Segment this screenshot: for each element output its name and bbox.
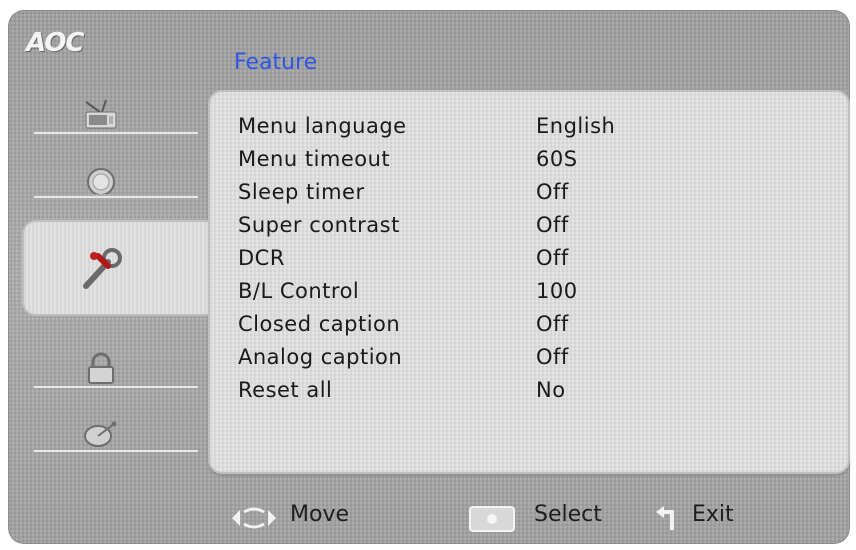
page-title: Feature	[234, 50, 318, 75]
picture-icon	[80, 162, 122, 194]
row-value: English	[536, 114, 616, 138]
sidebar-item-picture[interactable]	[34, 162, 198, 198]
sidebar-item-tv[interactable]	[34, 98, 198, 134]
row-label: Sleep timer	[238, 180, 365, 204]
menu-row-analog-caption[interactable]: Analog caption Off	[238, 345, 658, 378]
menu-row-reset-all[interactable]: Reset all No	[238, 378, 658, 411]
tv-antenna-icon	[80, 98, 122, 130]
menu-row-super-contrast[interactable]: Super contrast Off	[238, 213, 658, 246]
row-value: Off	[536, 246, 569, 270]
sidebar-item-satellite[interactable]	[34, 416, 198, 452]
row-label: B/L Control	[238, 279, 360, 303]
row-label: Reset all	[238, 378, 333, 402]
menu-row-bl-control[interactable]: B/L Control 100	[238, 279, 658, 312]
menu-row-menu-language[interactable]: Menu language English	[238, 114, 658, 147]
menu-row-menu-timeout[interactable]: Menu timeout 60S	[238, 147, 658, 180]
row-value: Off	[536, 213, 569, 237]
osd-window: AOC Feature Menu language English Menu t…	[8, 10, 850, 544]
move-label: Move	[290, 502, 349, 527]
row-value: 60S	[536, 147, 578, 171]
select-label: Select	[534, 502, 602, 527]
menu-row-closed-caption[interactable]: Closed caption Off	[238, 312, 658, 345]
select-button-icon	[468, 505, 518, 537]
row-value: 100	[536, 279, 578, 303]
sidebar-item-lock[interactable]	[34, 352, 198, 388]
menu-row-dcr[interactable]: DCR Off	[238, 246, 658, 279]
row-label: DCR	[238, 246, 285, 270]
row-label: Closed caption	[238, 312, 401, 336]
sidebar-item-feature[interactable]	[22, 220, 218, 316]
footer-move-hint: Move	[224, 502, 384, 536]
satellite-dish-icon	[80, 416, 122, 448]
tools-wrench-icon	[78, 246, 126, 296]
footer-exit-hint: Exit	[654, 502, 774, 536]
aoc-logo: AOC	[26, 28, 85, 58]
row-label: Analog caption	[238, 345, 403, 369]
lock-icon	[80, 352, 122, 384]
row-label: Menu timeout	[238, 147, 391, 171]
row-value: Off	[536, 345, 569, 369]
exit-return-icon	[654, 506, 684, 536]
footer-select-hint: Select	[468, 502, 648, 536]
row-label: Menu language	[238, 114, 407, 138]
row-value: No	[536, 378, 566, 402]
exit-label: Exit	[692, 502, 734, 527]
move-arrows-icon	[224, 504, 284, 536]
row-value: Off	[536, 180, 569, 204]
menu-row-sleep-timer[interactable]: Sleep timer Off	[238, 180, 658, 213]
feature-menu-list: Menu language English Menu timeout 60S S…	[238, 114, 658, 411]
row-value: Off	[536, 312, 569, 336]
row-label: Super contrast	[238, 213, 400, 237]
